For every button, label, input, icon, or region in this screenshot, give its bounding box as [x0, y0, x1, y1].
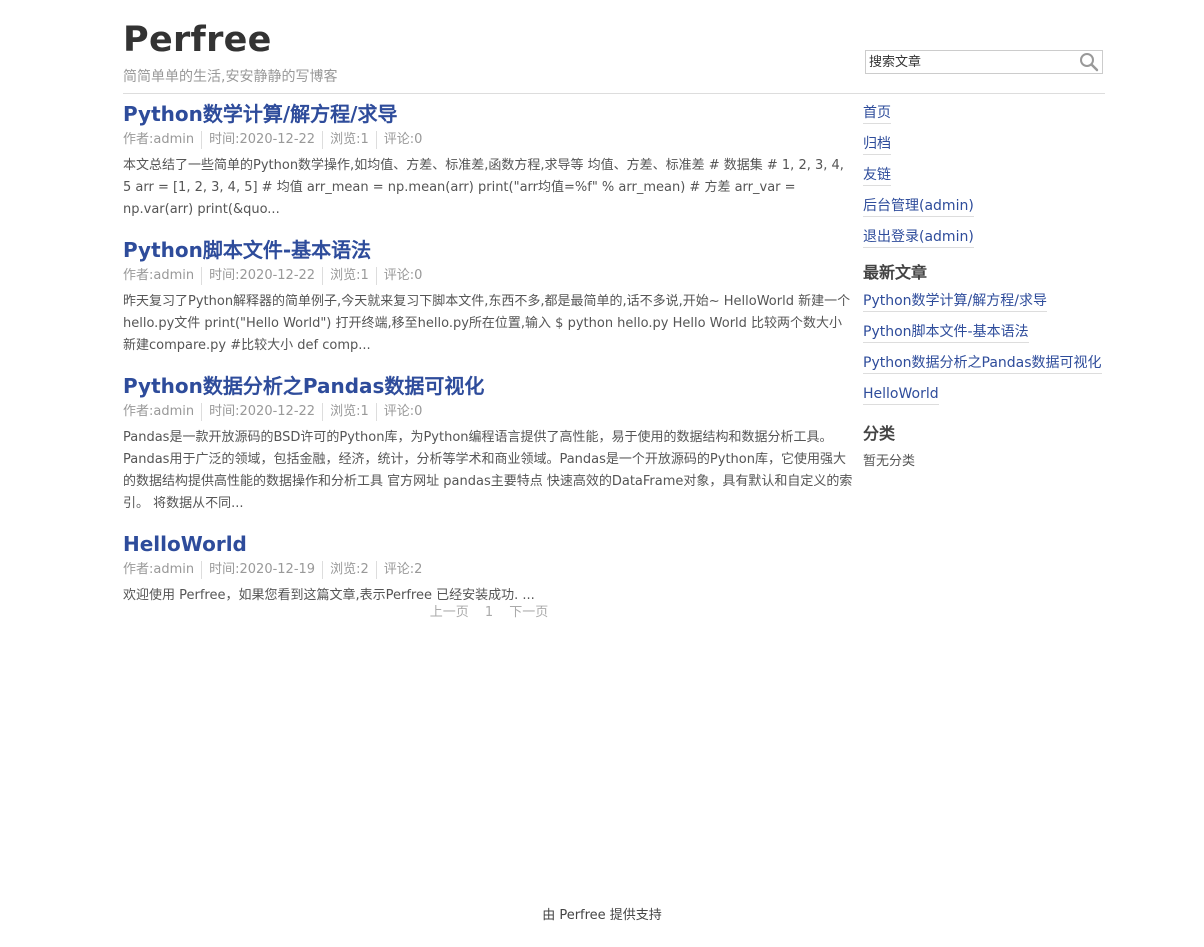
post-views: 浏览:1 [322, 131, 376, 149]
post-meta: 作者:admin 时间:2020-12-19 浏览:2 评论:2 [123, 561, 855, 579]
nav-link-home[interactable]: 首页 [863, 104, 891, 124]
nav-link-archive[interactable]: 归档 [863, 135, 891, 155]
current-page-number: 1 [484, 605, 494, 620]
post-title-link[interactable]: Python数据分析之Pandas数据可视化 [123, 372, 484, 400]
post-excerpt: 本文总结了一些简单的Python数学操作,如均值、方差、标准差,函数方程,求导等… [123, 158, 844, 217]
pagination: 上一页 1 下一页 [123, 603, 855, 623]
post-excerpt: Pandas是一款开放源码的BSD许可的Python库，为Python编程语言提… [123, 430, 853, 511]
post-meta: 作者:admin 时间:2020-12-22 浏览:1 评论:0 [123, 131, 855, 149]
post-excerpt: 昨天复习了Python解释器的简单例子,今天就来复习下脚本文件,东西不多,都是最… [123, 294, 851, 353]
post-views: 浏览:2 [322, 561, 376, 579]
post-views: 浏览:1 [322, 267, 376, 285]
search-box [865, 50, 1103, 74]
nav-link-admin[interactable]: 后台管理(admin) [863, 197, 974, 217]
post-comments: 评论:0 [375, 267, 430, 285]
post-time: 时间:2020-12-22 [201, 267, 322, 285]
recent-post-link[interactable]: HelloWorld [863, 385, 939, 405]
site-title[interactable]: Perfree [123, 18, 272, 62]
post-item: HelloWorld 作者:admin 时间:2020-12-19 浏览:2 评论:2… [123, 530, 855, 607]
post-time: 时间:2020-12-22 [201, 403, 322, 421]
post-author: 作者:admin [123, 562, 195, 577]
category-heading: 分类 [863, 424, 896, 443]
sidebar: 首页 归档 友链 后台管理(admin) 退出登录(admin) 最新文章 Py… [863, 104, 1105, 471]
post-time: 时间:2020-12-22 [201, 131, 322, 149]
post-item: Python数学计算/解方程/求导 作者:admin 时间:2020-12-22 浏… [123, 100, 855, 221]
prev-page-link[interactable]: 上一页 [430, 605, 469, 620]
nav-link-logout[interactable]: 退出登录(admin) [863, 228, 974, 248]
footer-text: 由 Perfree 提供支持 [542, 908, 662, 923]
nav-link-friends[interactable]: 友链 [863, 166, 891, 186]
post-item: Python数据分析之Pandas数据可视化 作者:admin 时间:2020-1… [123, 372, 855, 515]
post-meta: 作者:admin 时间:2020-12-22 浏览:1 评论:0 [123, 403, 855, 421]
post-item: Python脚本文件-基本语法 作者:admin 时间:2020-12-22 浏览:… [123, 236, 855, 357]
search-input[interactable] [869, 53, 1074, 71]
next-page-link[interactable]: 下一页 [509, 605, 548, 620]
recent-post-link[interactable]: Python脚本文件-基本语法 [863, 323, 1029, 343]
post-meta: 作者:admin 时间:2020-12-22 浏览:1 评论:0 [123, 267, 855, 285]
post-comments: 评论:2 [375, 561, 430, 579]
post-author: 作者:admin [123, 268, 195, 283]
post-title-link[interactable]: HelloWorld [123, 530, 247, 558]
recent-post-link[interactable]: Python数学计算/解方程/求导 [863, 292, 1047, 312]
post-title-link[interactable]: Python数学计算/解方程/求导 [123, 100, 397, 128]
post-author: 作者:admin [123, 132, 195, 147]
recent-post-link[interactable]: Python数据分析之Pandas数据可视化 [863, 354, 1102, 374]
post-list: Python数学计算/解方程/求导 作者:admin 时间:2020-12-22 浏… [123, 100, 855, 622]
post-author: 作者:admin [123, 404, 195, 419]
site-description: 简简单单的生活,安安静静的写博客 [123, 69, 338, 85]
post-comments: 评论:0 [375, 403, 430, 421]
magnifier-icon[interactable] [1079, 52, 1099, 72]
category-empty-text: 暂无分类 [863, 454, 916, 469]
post-time: 时间:2020-12-19 [201, 561, 322, 579]
header-divider [123, 93, 1105, 94]
post-title-link[interactable]: Python脚本文件-基本语法 [123, 236, 371, 264]
post-views: 浏览:1 [322, 403, 376, 421]
recent-posts-heading: 最新文章 [863, 263, 928, 282]
post-comments: 评论:0 [375, 131, 430, 149]
